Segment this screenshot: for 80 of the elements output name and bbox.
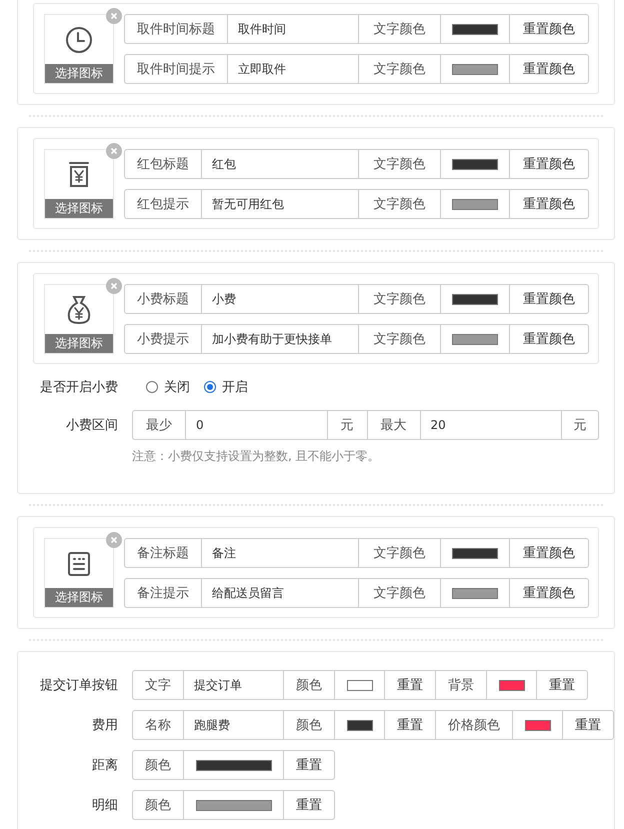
reset-button[interactable]: 重置 bbox=[384, 710, 435, 740]
unit-label: 元 bbox=[326, 410, 366, 440]
radio-icon[interactable] bbox=[146, 381, 158, 393]
color-swatch[interactable] bbox=[452, 64, 498, 74]
field-label: 背景 bbox=[435, 670, 486, 700]
reset-color-button[interactable]: 重置颜色 bbox=[509, 149, 589, 179]
note-text: 注意：小费仅支持设置为整数, 且不能小于零。 bbox=[132, 448, 380, 465]
radio-label[interactable]: 开启 bbox=[222, 378, 248, 396]
field-label: 颜色 bbox=[132, 790, 183, 820]
field-label: 颜色 bbox=[283, 710, 334, 740]
field-label: 提交订单按钮 bbox=[39, 677, 118, 694]
text-field[interactable]: 暂无可用红包 bbox=[201, 189, 358, 219]
field-label: 价格颜色 bbox=[435, 710, 512, 740]
reset-color-button[interactable]: 重置颜色 bbox=[509, 284, 589, 314]
color-label: 文字颜色 bbox=[358, 14, 440, 44]
unit-label: 元 bbox=[561, 410, 599, 440]
color-label: 文字颜色 bbox=[358, 189, 440, 219]
text-field[interactable]: 立即取件 bbox=[227, 54, 358, 84]
color-swatch[interactable] bbox=[196, 760, 272, 770]
max-field[interactable]: 20 bbox=[420, 410, 561, 440]
reset-button[interactable]: 重置 bbox=[283, 750, 335, 780]
color-swatch[interactable] bbox=[452, 548, 498, 558]
yen-jar-icon bbox=[67, 160, 91, 188]
field-label: 距离 bbox=[91, 757, 118, 774]
reset-color-button[interactable]: 重置颜色 bbox=[509, 189, 589, 219]
reset-button[interactable]: 重置 bbox=[384, 670, 435, 700]
choose-icon-button[interactable]: 选择图标 bbox=[45, 199, 113, 218]
color-swatch[interactable] bbox=[498, 680, 524, 690]
color-swatch[interactable] bbox=[346, 720, 372, 730]
color-swatch[interactable] bbox=[196, 800, 272, 810]
text-field[interactable]: 红包 bbox=[201, 149, 358, 179]
text-field[interactable]: 备注 bbox=[201, 538, 358, 568]
reset-button[interactable]: 重置 bbox=[283, 790, 335, 820]
reset-color-button[interactable]: 重置颜色 bbox=[509, 54, 589, 84]
field-label: 费用 bbox=[91, 717, 118, 734]
field-label: 颜色 bbox=[132, 750, 183, 780]
radio-icon[interactable] bbox=[204, 381, 216, 393]
color-swatch[interactable] bbox=[452, 158, 498, 170]
color-swatch[interactable] bbox=[452, 334, 498, 344]
radio-label[interactable]: 关闭 bbox=[164, 378, 190, 396]
color-label: 文字颜色 bbox=[358, 538, 440, 568]
color-label: 文字颜色 bbox=[358, 149, 440, 179]
field-label: 明细 bbox=[91, 797, 118, 814]
color-label: 文字颜色 bbox=[358, 54, 440, 84]
reset-color-button[interactable]: 重置颜色 bbox=[509, 578, 589, 608]
choose-icon-button[interactable]: 选择图标 bbox=[45, 64, 113, 83]
color-swatch[interactable] bbox=[346, 680, 372, 690]
color-label: 文字颜色 bbox=[358, 324, 440, 354]
color-swatch[interactable] bbox=[452, 588, 498, 598]
reset-button[interactable]: 重置 bbox=[562, 710, 614, 740]
reset-color-button[interactable]: 重置颜色 bbox=[509, 14, 589, 44]
reset-button[interactable]: 重置 bbox=[536, 670, 588, 700]
color-swatch[interactable] bbox=[524, 720, 550, 730]
color-swatch[interactable] bbox=[452, 294, 498, 304]
color-swatch[interactable] bbox=[452, 198, 498, 210]
text-field[interactable]: 给配送员留言 bbox=[201, 578, 358, 608]
color-label: 文字颜色 bbox=[358, 578, 440, 608]
color-swatch[interactable] bbox=[452, 24, 498, 34]
money-bag-icon bbox=[65, 294, 93, 324]
text-field[interactable]: 小费 bbox=[201, 284, 358, 314]
icon-picker[interactable]: 选择图标 bbox=[44, 14, 114, 84]
field-label: 小费区间 bbox=[65, 417, 118, 434]
note-icon bbox=[66, 550, 92, 576]
reset-color-button[interactable]: 重置颜色 bbox=[509, 324, 589, 354]
text-field[interactable]: 加小费有助于更快接单 bbox=[201, 324, 358, 354]
text-field[interactable]: 提交订单 bbox=[183, 670, 283, 700]
choose-icon-button[interactable]: 选择图标 bbox=[45, 334, 113, 353]
clock-icon bbox=[65, 26, 93, 54]
text-field[interactable]: 跑腿费 bbox=[183, 710, 283, 740]
field-label: 是否开启小费 bbox=[39, 379, 118, 396]
reset-color-button[interactable]: 重置颜色 bbox=[509, 538, 589, 568]
min-field[interactable]: 0 bbox=[185, 410, 326, 440]
field-label: 颜色 bbox=[283, 670, 334, 700]
max-label: 最大 bbox=[366, 410, 420, 440]
text-field[interactable]: 取件时间 bbox=[227, 14, 358, 44]
choose-icon-button[interactable]: 选择图标 bbox=[45, 588, 113, 607]
icon-picker[interactable]: 选择图标 bbox=[44, 538, 114, 608]
icon-picker[interactable]: 选择图标 bbox=[44, 149, 114, 219]
color-label: 文字颜色 bbox=[358, 284, 440, 314]
icon-picker[interactable]: 选择图标 bbox=[44, 284, 114, 354]
